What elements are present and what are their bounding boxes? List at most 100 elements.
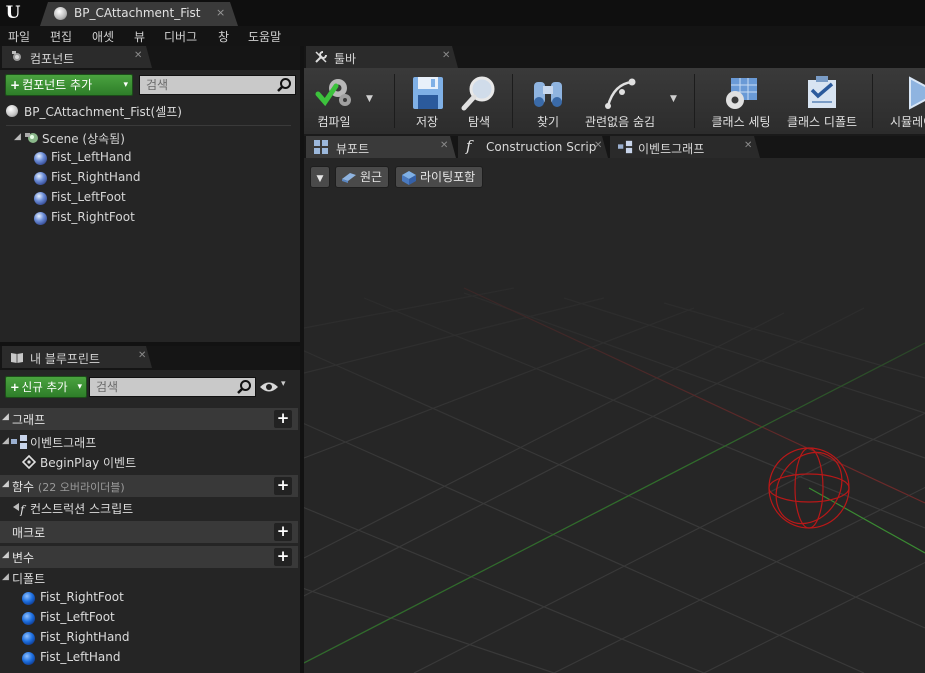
event-graph-item[interactable]: ◢ 이벤트그래프	[0, 432, 298, 452]
object-variable-icon	[22, 632, 35, 645]
toolbar-separator	[694, 74, 695, 128]
viewport-tab-label: 뷰포트	[336, 142, 370, 156]
close-icon[interactable]: ×	[216, 6, 225, 19]
viewport-grid-icon	[314, 140, 328, 154]
add-new-button[interactable]: + 신규 추가 ▾	[5, 376, 87, 398]
lit-sphere-icon	[402, 171, 416, 185]
section-functions-label: 함수	[12, 480, 35, 494]
class-defaults-button[interactable]: 클래스 디폴트	[782, 72, 862, 130]
floppy-save-icon	[413, 77, 443, 109]
component-root-item[interactable]: BP_CAttachment_Fist(셀프)	[0, 101, 300, 121]
add-macro-button[interactable]: +	[274, 523, 292, 541]
component-item-label: Fist_RightFoot	[51, 210, 135, 224]
close-icon[interactable]: ✕	[594, 140, 602, 151]
class-settings-button[interactable]: 클래스 세팅	[704, 72, 778, 130]
component-item[interactable]: Fist_LeftFoot	[0, 188, 300, 208]
simulate-button[interactable]: 시뮬레이션	[884, 72, 925, 130]
components-icon	[10, 50, 24, 64]
viewport-grid	[304, 158, 925, 673]
divider	[6, 125, 291, 126]
menu-edit[interactable]: 편집	[50, 28, 72, 45]
variable-item[interactable]: Fist_LeftHand	[0, 648, 298, 668]
document-tab[interactable]: BP_CAttachment_Fist ×	[40, 2, 238, 26]
close-icon[interactable]: ✕	[134, 50, 142, 61]
blueprint-search-input[interactable]: 검색	[89, 377, 256, 397]
variable-label: Fist_LeftHand	[40, 650, 121, 664]
defaults-category-label: 디폴트	[12, 572, 46, 586]
add-function-button[interactable]: +	[274, 477, 292, 495]
defaults-category[interactable]: ◢ 디폴트	[0, 568, 298, 588]
variable-item[interactable]: Fist_RightFoot	[0, 588, 298, 608]
section-graphs[interactable]: ◢ 그래프 +	[0, 408, 298, 430]
object-variable-icon	[22, 612, 35, 625]
object-variable-icon	[22, 592, 35, 605]
close-icon[interactable]: ✕	[744, 140, 752, 151]
section-variables[interactable]: ◢ 변수 +	[0, 546, 298, 568]
collapse-arrow-icon: ◢	[2, 436, 9, 446]
compile-button[interactable]: 컴파일	[306, 72, 362, 130]
tab-my-blueprint[interactable]: 내 블루프린트 ✕	[2, 346, 152, 368]
component-item[interactable]: Fist_LeftHand	[0, 148, 300, 168]
binoculars-icon	[534, 82, 562, 107]
menu-debug[interactable]: 디버그	[164, 28, 197, 45]
variable-label: Fist_LeftFoot	[40, 610, 115, 624]
component-item[interactable]: Fist_RightHand	[0, 168, 300, 188]
view-options-chevron-icon[interactable]: ▾	[281, 379, 286, 389]
menu-view[interactable]: 뷰	[134, 28, 145, 45]
class-settings-gear-icon	[726, 78, 757, 109]
tab-components[interactable]: 컴포넌트 ✕	[2, 46, 152, 68]
collapse-arrow-icon: ◢	[2, 550, 9, 560]
save-button[interactable]: 저장	[402, 72, 452, 130]
lit-mode-button[interactable]: 라이팅포함	[395, 166, 483, 188]
section-functions[interactable]: ◢ 함수 (22 오버라이더블) +	[0, 475, 298, 497]
add-variable-button[interactable]: +	[274, 548, 292, 566]
begin-play-event-item[interactable]: BeginPlay 이벤트	[0, 452, 298, 472]
component-item-label: Fist_LeftHand	[51, 150, 132, 164]
compile-gear-check-icon	[315, 79, 351, 107]
my-blueprint-tab-label: 내 블루프린트	[30, 352, 101, 366]
toolbar-tab-label: 툴바	[334, 52, 357, 66]
viewport-options-dropdown[interactable]: ▼	[310, 166, 330, 188]
add-graph-button[interactable]: +	[274, 410, 292, 428]
compile-options-chevron-icon[interactable]: ▼	[366, 94, 373, 104]
section-functions-sub: (22 오버라이더블)	[37, 481, 125, 494]
unreal-logo-icon[interactable]: U	[2, 2, 24, 24]
hide-unrelated-button[interactable]: 관련없음 숨김	[578, 72, 662, 130]
menu-asset[interactable]: 애셋	[92, 28, 114, 45]
section-macros[interactable]: 매크로 +	[0, 521, 298, 543]
close-icon[interactable]: ✕	[442, 50, 450, 61]
magnifier-browse-icon	[461, 76, 495, 111]
hide-unrelated-chevron-icon[interactable]: ▼	[670, 94, 677, 104]
construction-script-item[interactable]: f 컨스트럭션 스크립트	[0, 498, 298, 518]
simulate-label: 시뮬레이션	[890, 115, 925, 129]
toolbar-panel: 툴바 ✕ 컴파일 ▼ 저장 탐색 찾기 관련없음 숨김 ▼ 클래스 세팅 클래스…	[304, 46, 925, 134]
tab-viewport[interactable]: 뷰포트 ✕	[306, 136, 456, 158]
menu-help[interactable]: 도움말	[248, 28, 281, 45]
collapse-arrow-icon: ◢	[2, 412, 9, 422]
menu-window[interactable]: 창	[218, 28, 229, 45]
component-item[interactable]: Fist_RightFoot	[0, 208, 300, 228]
menu-file[interactable]: 파일	[8, 28, 30, 45]
close-icon[interactable]: ✕	[138, 350, 146, 361]
class-defaults-checklist-icon	[808, 76, 836, 108]
variable-item[interactable]: Fist_RightHand	[0, 628, 298, 648]
components-search-input[interactable]: 검색	[139, 75, 296, 95]
find-button[interactable]: 찾기	[522, 72, 574, 130]
browse-button[interactable]: 탐색	[454, 72, 504, 130]
wrench-icon	[314, 50, 328, 64]
component-scene-item[interactable]: ◢ Scene (상속됨)	[0, 128, 300, 148]
eye-icon[interactable]	[259, 380, 279, 394]
function-icon: f	[466, 137, 472, 155]
perspective-button[interactable]: 원근	[335, 166, 389, 188]
hide-unrelated-nodes-icon	[605, 78, 636, 109]
add-component-button[interactable]: + 컴포넌트 추가 ▾	[5, 74, 133, 96]
add-component-label: 컴포넌트 추가	[22, 78, 93, 92]
close-icon[interactable]: ✕	[440, 140, 448, 151]
tab-event-graph[interactable]: 이벤트그래프 ✕	[610, 136, 760, 158]
variable-item[interactable]: Fist_LeftFoot	[0, 608, 298, 628]
viewport-canvas[interactable]: ▼ 원근 라이팅포함	[304, 158, 925, 673]
tab-construction-script[interactable]: f Construction Scrip ✕	[458, 136, 608, 158]
components-tab-label: 컴포넌트	[30, 52, 75, 66]
tab-toolbar[interactable]: 툴바 ✕	[306, 46, 458, 68]
components-panel: 컴포넌트 ✕ + 컴포넌트 추가 ▾ 검색 BP_CAttachment_Fist…	[0, 46, 300, 342]
